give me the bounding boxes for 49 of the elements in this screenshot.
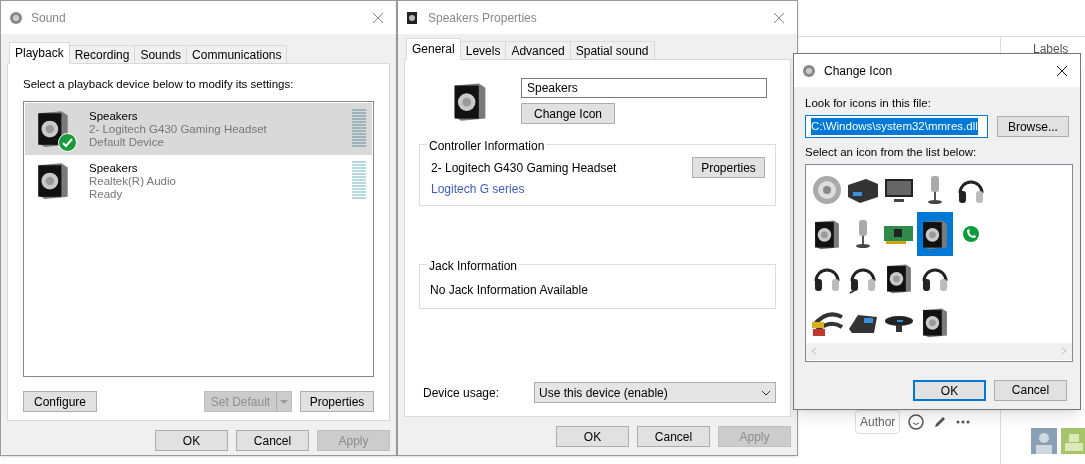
speaker-icon: [406, 10, 420, 25]
name-field[interactable]: Speakers: [521, 78, 767, 98]
speaker-icon: [802, 63, 816, 78]
configure-button[interactable]: Configure: [23, 391, 97, 413]
speaker-icon: [9, 10, 23, 25]
window-title: Change Icon: [824, 62, 893, 80]
icon-option[interactable]: [917, 211, 953, 256]
device-name: Speakers: [89, 161, 139, 175]
device-driver: Realtek(R) Audio: [89, 174, 177, 188]
device-status: Ready: [89, 187, 124, 201]
dialog-button[interactable]: OK: [155, 430, 228, 451]
device-item[interactable]: Speakers 2- Logitech G430 Gaming Headset Default Device: [25, 103, 372, 156]
window-title: Sound: [31, 9, 66, 27]
vendor-link[interactable]: Logitech G series: [431, 180, 525, 198]
smiley-icon[interactable]: [908, 414, 925, 430]
window-title: Speakers Properties: [428, 9, 537, 27]
list-label: Select an icon from the list below:: [805, 145, 978, 161]
cancel-button[interactable]: Cancel: [994, 379, 1067, 401]
chevron-left-icon: [811, 347, 817, 355]
ok-button[interactable]: OK: [913, 379, 986, 401]
device-usage-dropdown[interactable]: Use this device (enable): [534, 382, 776, 403]
chevron-right-icon: [1061, 347, 1067, 355]
properties-button[interactable]: Properties: [300, 391, 374, 413]
properties-button[interactable]: Properties: [692, 157, 765, 178]
dialog-button[interactable]: OK: [556, 426, 629, 447]
device-usage-label: Device usage:: [423, 384, 501, 402]
device-status: Default Device: [89, 135, 165, 149]
browse-button[interactable]: Browse...: [996, 116, 1069, 138]
level-meter-icon: [352, 109, 366, 150]
device-name: Speakers: [89, 109, 139, 123]
change-icon-button[interactable]: Change Icon: [521, 103, 615, 124]
controller-name: 2- Logitech G430 Gaming Headset: [431, 159, 617, 177]
level-meter-icon: [352, 161, 366, 202]
jack-status-text: No Jack Information Available: [430, 282, 589, 299]
dialog-button[interactable]: Cancel: [637, 426, 710, 447]
chevron-down-icon: [761, 389, 771, 396]
tab[interactable]: General: [406, 38, 461, 60]
close-icon[interactable]: [1056, 64, 1068, 77]
avatar: [1031, 428, 1057, 454]
avatar: [1061, 428, 1085, 454]
tab[interactable]: Playback: [9, 42, 70, 64]
sidebar-heading: Labels: [1033, 41, 1069, 58]
file-path-field[interactable]: C:\Windows\system32\mmres.dll: [805, 115, 988, 139]
horizontal-scrollbar[interactable]: [806, 342, 1072, 360]
device-driver: 2- Logitech G430 Gaming Headset: [89, 122, 268, 136]
dialog-button[interactable]: Cancel: [236, 430, 309, 451]
instruction-text: Select a playback device below to modify its settings:: [23, 77, 295, 92]
more-icon[interactable]: [956, 420, 971, 424]
file-label: Look for icons in this file:: [805, 96, 932, 111]
